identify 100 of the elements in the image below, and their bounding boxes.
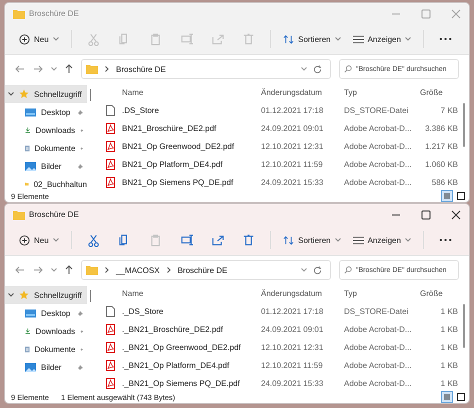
chevron-down-icon[interactable] xyxy=(301,67,307,71)
forward-icon[interactable] xyxy=(33,65,43,73)
sidebar-item[interactable]: Desktop xyxy=(5,304,87,322)
desktop-icon xyxy=(25,308,36,318)
caret-icon xyxy=(404,238,411,242)
details-view-icon[interactable] xyxy=(442,191,452,201)
size-cell-text: 1 KB xyxy=(440,378,458,388)
rename-icon[interactable] xyxy=(180,233,193,247)
pdf-icon xyxy=(106,342,115,352)
refresh-icon[interactable] xyxy=(313,266,322,274)
address-bar[interactable]: __MACOSX Broschüre DE xyxy=(81,260,331,280)
sidebar-item[interactable]: Dokumente xyxy=(5,139,87,157)
up-icon[interactable] xyxy=(65,64,73,74)
back-icon[interactable] xyxy=(15,266,25,274)
sidebar-label: Schnellzugriff xyxy=(34,290,82,300)
sidebar-label: Downloads xyxy=(36,126,76,134)
view-button[interactable]: Anzeigen xyxy=(346,232,417,248)
more-icon[interactable] xyxy=(438,37,452,41)
date-cell-text: 01.12.2021 17:18 xyxy=(261,306,324,316)
more-icon[interactable] xyxy=(438,238,452,242)
sidebar-item[interactable]: Desktop xyxy=(5,103,87,121)
share-icon[interactable] xyxy=(211,233,224,247)
download-icon xyxy=(25,326,31,336)
type-cell-text: Adobe Acrobat-D... xyxy=(344,160,413,168)
file-name[interactable]: ._BN21_Broschüre_DE2.pdf xyxy=(122,324,261,334)
back-icon[interactable] xyxy=(15,65,25,73)
forward-icon[interactable] xyxy=(33,266,43,274)
file-icon xyxy=(106,104,115,116)
type-cell-text: Adobe Acrobat-D... xyxy=(344,360,413,370)
tiles-view-icon[interactable] xyxy=(456,392,466,402)
desktop-icon xyxy=(25,108,36,116)
sort-button[interactable]: Sortieren xyxy=(277,30,347,48)
sidebar-item[interactable]: Dokumente xyxy=(5,340,87,358)
tiles-view-icon[interactable] xyxy=(456,191,466,201)
file-name[interactable]: BN21_Op Greenwood_DE2.pdf xyxy=(122,142,261,150)
sidebar-item[interactable]: 02_Buchhaltun xyxy=(5,175,87,190)
column-header[interactable]: Name xyxy=(122,288,261,298)
delete-icon[interactable] xyxy=(242,233,256,247)
chevron-down-icon[interactable] xyxy=(51,268,57,272)
date-cell-text: 24.09.2021 15:33 xyxy=(261,178,324,186)
folder-icon xyxy=(86,265,98,275)
file-name[interactable]: ._BN21_Op Siemens PQ_DE.pdf xyxy=(122,378,261,388)
file-name[interactable]: BN21_Op Siemens PQ_DE.pdf xyxy=(122,178,261,186)
column-header[interactable]: Größe xyxy=(414,288,458,298)
address-bar[interactable]: Broschüre DE xyxy=(81,59,331,79)
list-icon xyxy=(352,236,364,244)
type-cell-text: DS_STORE-Datei xyxy=(344,106,410,114)
document-icon xyxy=(25,142,30,154)
breadcrumb-item[interactable]: __MACOSX xyxy=(116,266,160,274)
sidebar-item[interactable]: Schnellzugriff xyxy=(5,85,87,103)
file-name[interactable]: .DS_Store xyxy=(122,106,261,114)
column-header[interactable]: Typ xyxy=(344,288,414,298)
chevron-down-icon[interactable] xyxy=(8,91,14,97)
plus-icon xyxy=(19,234,30,246)
caret-icon xyxy=(404,37,411,41)
pdf-icon xyxy=(106,140,115,152)
sidebar-label: 02_Buchhaltun xyxy=(34,180,87,188)
details-view-icon[interactable] xyxy=(442,392,452,402)
new-button[interactable]: Neu xyxy=(13,30,65,48)
column-header[interactable]: Größe xyxy=(414,88,458,96)
pictures-icon xyxy=(25,162,36,170)
column-header[interactable]: Typ xyxy=(344,88,414,96)
breadcrumb-item[interactable]: Broschüre DE xyxy=(178,266,228,274)
chevron-down-icon[interactable] xyxy=(8,292,14,298)
caret-icon xyxy=(334,238,341,242)
file-name[interactable]: BN21_Broschüre_DE2.pdf xyxy=(122,124,261,132)
date-cell-text: 12.10.2021 11:59 xyxy=(261,360,324,370)
chevron-down-icon[interactable] xyxy=(301,268,307,272)
sidebar-item[interactable]: Downloads xyxy=(5,322,87,340)
column-header[interactable]: Änderungsdatum xyxy=(261,288,344,298)
breadcrumb-item[interactable]: Broschüre DE xyxy=(116,64,166,74)
size-cell-text: 1.217 KB xyxy=(424,142,458,150)
file-name[interactable]: ._BN21_Op Greenwood_DE2.pdf xyxy=(122,342,261,352)
date-cell-text: 24.09.2021 09:01 xyxy=(261,324,324,334)
chevron-right-icon xyxy=(166,267,171,273)
star-icon xyxy=(19,290,29,300)
refresh-icon[interactable] xyxy=(313,64,322,74)
size-cell-text: 1 KB xyxy=(440,342,458,352)
cut-icon[interactable] xyxy=(86,233,100,247)
chevron-down-icon[interactable] xyxy=(51,67,57,71)
sidebar-item[interactable]: Schnellzugriff xyxy=(5,286,87,304)
up-icon[interactable] xyxy=(65,265,73,275)
plus-icon xyxy=(19,34,30,44)
view-button[interactable]: Anzeigen xyxy=(346,32,417,46)
sidebar-item[interactable]: Bilder xyxy=(5,157,87,175)
column-header[interactable]: Name xyxy=(122,88,261,96)
new-button[interactable]: Neu xyxy=(13,232,65,248)
chevron-right-icon xyxy=(105,66,109,72)
sidebar-item[interactable]: Bilder xyxy=(5,358,87,376)
file-name[interactable]: BN21_Op Platform_DE4.pdf xyxy=(122,160,261,168)
maximize-icon[interactable] xyxy=(421,210,431,220)
type-cell-text: Adobe Acrobat-D... xyxy=(344,324,413,334)
column-header[interactable]: Änderungsdatum xyxy=(261,88,344,96)
close-icon[interactable] xyxy=(451,210,461,220)
file-name[interactable]: ._DS_Store xyxy=(122,306,261,316)
size-cell-text: 1 KB xyxy=(440,306,458,316)
file-name[interactable]: ._BN21_Op Platform_DE4.pdf xyxy=(122,360,261,370)
window-title: Broschüre DE xyxy=(29,210,79,219)
sort-button[interactable]: Sortieren xyxy=(277,232,347,248)
sidebar-item[interactable]: Downloads xyxy=(5,121,87,139)
